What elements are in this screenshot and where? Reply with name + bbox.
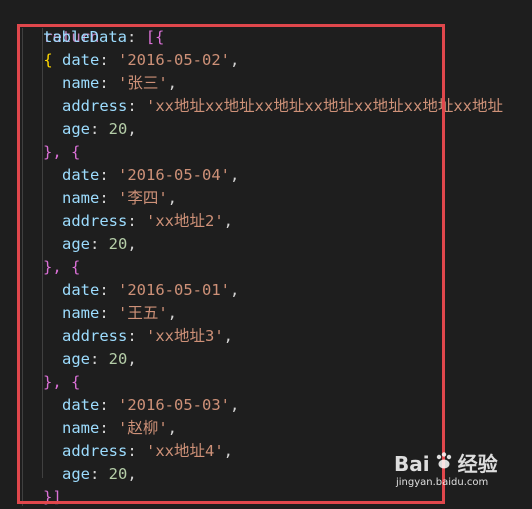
name-key: name [62,189,100,207]
age-value: 20 [108,235,128,253]
object-separator: }, { [43,258,81,276]
address-value: 'xx地址xx地址xx地址xx地址xx地址xx地址xx地址 [146,97,503,115]
code-line: }] [43,486,62,509]
address-key: address [62,442,128,460]
code-line: date: '2016-05-01', [62,281,240,299]
code-line: }, { [43,141,80,164]
age-value: 20 [108,350,128,368]
baidu-paw-icon [434,451,454,476]
address-key: address [62,327,128,345]
date-value: '2016-05-01' [118,281,230,299]
name-value: '王五' [118,304,168,322]
object-separator: }, { [43,373,81,391]
code-line: age: 20, [62,120,137,138]
name-value: '李四' [118,189,168,207]
indent-guide [22,28,23,506]
date-value: '2016-05-04' [118,166,230,184]
age-key: age [62,120,90,138]
date-value: '2016-05-02' [118,51,230,69]
name-key: name [62,304,100,322]
code-line: date: '2016-05-02', [62,51,240,69]
address-value: 'xx地址4' [146,442,224,460]
indent-guide [42,28,43,478]
code-line: address: 'xx地址2', [62,212,234,230]
age-key: age [62,465,90,483]
code-line: name: '王五', [62,304,178,322]
name-key: name [62,74,100,92]
code-line: age: 20, [62,350,137,368]
watermark-brand-suffix: 经验 [457,451,498,476]
name-key: name [62,419,100,437]
code-line: address: 'xx地址3', [62,327,234,345]
table-data-key: tableData [43,28,127,46]
address-key: address [62,97,128,115]
code-line: age: 20, [62,465,137,483]
watermark-brand: Bai [394,451,430,476]
open-array: [{ [145,28,165,46]
address-value: 'xx地址2' [146,212,224,230]
code-line: }, { [43,256,80,279]
code-line: tableData: [{ [43,26,164,49]
code-line: age: 20, [62,235,137,253]
date-key: date [62,51,100,69]
close-array: }] [43,488,62,506]
date-key: date [62,281,100,299]
code-line: }, { [43,371,80,394]
code-line: name: '李四', [62,189,178,207]
address-key: address [62,212,128,230]
date-key: date [62,396,100,414]
code-line: address: 'xx地址4', [62,442,234,460]
name-value: '赵柳' [118,419,168,437]
age-key: age [62,350,90,368]
code-editor[interactable]: return { tableData: [{ date: '2016-05-02… [0,0,532,509]
colon: : [127,28,137,46]
code-line: return { [6,3,99,69]
object-separator: }, { [43,143,81,161]
code-line: date: '2016-05-04', [62,166,240,184]
age-value: 20 [108,465,128,483]
age-key: age [62,235,90,253]
code-line: address: 'xx地址xx地址xx地址xx地址xx地址xx地址xx地址 [62,97,503,115]
open-brace: { [43,51,53,69]
baidu-jingyan-watermark: Bai 经验 jingyan.baidu.com [394,451,524,501]
address-value: 'xx地址3' [146,327,224,345]
name-value: '张三' [118,74,168,92]
date-key: date [62,166,100,184]
date-value: '2016-05-03' [118,396,230,414]
code-line: date: '2016-05-03', [62,396,240,414]
age-value: 20 [108,120,128,138]
code-line: name: '张三', [62,74,178,92]
watermark-url: jingyan.baidu.com [396,477,489,488]
code-line: name: '赵柳', [62,419,178,437]
